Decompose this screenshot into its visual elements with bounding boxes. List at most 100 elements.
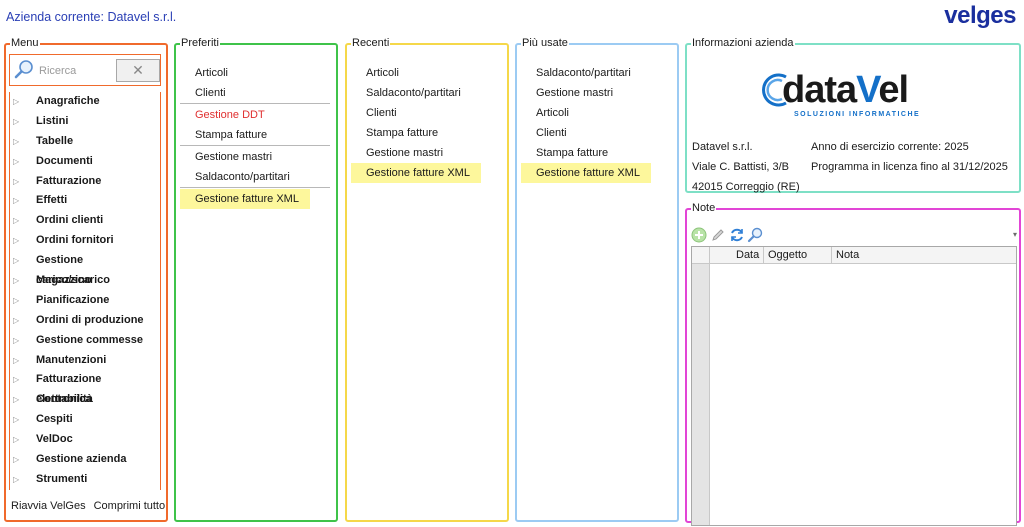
menu-item[interactable]: ▷ Ordini fornitori [10, 231, 160, 251]
menu-tree: ▷ Anagrafiche ▷ Listini ▷ Tabelle ▷ Documenti ▷ F… [9, 92, 161, 490]
recent-item[interactable]: Clienti [351, 103, 501, 123]
column-header-oggetto[interactable]: Oggetto [764, 247, 832, 264]
expand-arrow-icon[interactable]: ▷ [13, 152, 19, 172]
menu-item-label: Fatturazione [36, 174, 102, 187]
expand-arrow-icon[interactable]: ▷ [13, 271, 19, 291]
menu-item[interactable]: ▷ Gestione azienda [10, 450, 160, 470]
expand-arrow-icon[interactable]: ▷ [13, 251, 19, 271]
notes-grid-header: Data Oggetto Nota [692, 247, 1016, 264]
expand-arrow-icon[interactable]: ▷ [13, 470, 19, 490]
search-icon[interactable] [747, 227, 763, 243]
menu-item-label: Gestione azienda [36, 453, 127, 466]
menu-item[interactable]: ▷ Contabilità [10, 390, 160, 410]
menu-item-label: Anagrafiche [36, 95, 100, 107]
expand-arrow-icon[interactable]: ▷ [13, 231, 19, 251]
menu-item[interactable]: ▷ Gestione carico/scarico [10, 251, 160, 286]
expand-arrow-icon[interactable]: ▷ [13, 410, 19, 430]
menu-item-label: Effetti [36, 194, 68, 207]
column-header-nota[interactable]: Nota [832, 247, 1016, 264]
recent-legend: Recenti [352, 37, 390, 49]
recent-item-selected[interactable]: Gestione fatture XML [351, 163, 481, 183]
company-name: Datavel s.r.l. [692, 141, 753, 153]
menu-item[interactable]: ▷ Pianificazione [10, 291, 160, 311]
expand-arrow-icon[interactable]: ▷ [13, 430, 19, 450]
expand-arrow-icon[interactable]: ▷ [13, 450, 19, 470]
expand-arrow-icon[interactable]: ▷ [13, 291, 19, 311]
most-used-item[interactable]: Gestione mastri [521, 83, 671, 103]
notes-toolbar: ▾ [691, 226, 1017, 244]
favorite-item[interactable]: Saldaconto/partitari [180, 167, 330, 187]
company-info-legend: Informazioni azienda [692, 37, 794, 49]
clear-search-button[interactable]: ✕ [116, 59, 160, 82]
menu-item[interactable]: ▷ Manutenzioni [10, 351, 160, 371]
separator [180, 145, 330, 146]
search-icon[interactable] [13, 59, 35, 81]
collapse-all-link[interactable]: Comprimi tutto [94, 500, 166, 512]
toolbar-overflow-icon[interactable]: ▾ [1013, 230, 1017, 239]
favorites-list: Articoli Clienti Gestione DDT Stampa fat… [180, 63, 330, 209]
menu-search: Ricerca ✕ [9, 54, 161, 86]
menu-item-label: Manutenzioni [36, 353, 107, 366]
favorite-item[interactable]: Articoli [180, 63, 330, 83]
expand-arrow-icon[interactable]: ▷ [13, 390, 19, 410]
expand-arrow-icon[interactable]: ▷ [13, 132, 19, 152]
recent-item[interactable]: Gestione mastri [351, 143, 501, 163]
most-used-item[interactable]: Articoli [521, 103, 671, 123]
menu-item-label: Magazzino [36, 274, 92, 287]
edit-icon[interactable] [710, 227, 726, 243]
column-header-data[interactable]: Data [732, 247, 764, 264]
expand-arrow-icon[interactable]: ▷ [13, 92, 19, 112]
expand-arrow-icon[interactable]: ▷ [13, 331, 19, 351]
most-used-item-selected[interactable]: Gestione fatture XML [521, 163, 651, 183]
menu-item[interactable]: ▷ Effetti [10, 191, 160, 211]
menu-item-label: Pianificazione [36, 293, 110, 306]
menu-item[interactable]: ▷ VelDoc [10, 430, 160, 450]
expand-arrow-icon[interactable]: ▷ [13, 351, 19, 371]
expand-arrow-icon[interactable]: ▷ [13, 172, 19, 192]
menu-item-label: Gestione commesse [36, 333, 143, 346]
expand-arrow-icon[interactable]: ▷ [13, 191, 19, 211]
most-used-list: Saldaconto/partitari Gestione mastri Art… [521, 63, 671, 183]
notes-grid: Data Oggetto Nota [691, 246, 1017, 526]
recent-item[interactable]: Articoli [351, 63, 501, 83]
menu-item[interactable]: ▷ Tabelle [10, 132, 160, 152]
menu-item[interactable]: ▷ Fatturazione [10, 172, 160, 192]
favorite-item[interactable]: Clienti [180, 83, 330, 103]
most-used-legend: Più usate [522, 37, 568, 49]
menu-item[interactable]: ▷ Ordini di produzione [10, 311, 160, 331]
refresh-icon[interactable] [729, 227, 745, 243]
menu-item[interactable]: ▷ Strumenti [10, 470, 160, 490]
most-used-item[interactable]: Stampa fatture [521, 143, 671, 163]
expand-arrow-icon[interactable]: ▷ [13, 370, 19, 390]
menu-item[interactable]: ▷ Anagrafiche [10, 92, 160, 112]
menu-item[interactable]: ▷ Ordini clienti [10, 211, 160, 231]
recent-item[interactable]: Stampa fatture [351, 123, 501, 143]
notes-panel: Note ▾ Data Oggetto Nota [685, 203, 1021, 526]
favorite-item[interactable]: Gestione mastri [180, 147, 330, 167]
menu-item[interactable]: ▷ Gestione commesse [10, 331, 160, 351]
menu-item[interactable]: ▷ Documenti [10, 152, 160, 172]
menu-item-label: Ordini clienti [36, 214, 104, 227]
recent-item[interactable]: Saldaconto/partitari [351, 83, 501, 103]
menu-item[interactable]: ▷ Fatturazione elettronica [10, 370, 160, 405]
top-bar: Azienda corrente: Datavel s.r.l. velges [0, 0, 1024, 36]
restart-velges-link[interactable]: Riavvia VelGes [11, 500, 86, 512]
favorite-item[interactable]: Gestione DDT [180, 105, 330, 125]
favorite-item-selected[interactable]: Gestione fatture XML [180, 189, 310, 209]
favorite-item[interactable]: Stampa fatture [180, 125, 330, 145]
most-used-item[interactable]: Clienti [521, 123, 671, 143]
velges-logo: velges [944, 2, 1016, 29]
search-input[interactable]: Ricerca [39, 65, 76, 77]
company-info-panel: Informazioni azienda dataVel SOLUZIONI I… [685, 38, 1021, 193]
company-address: Datavel s.r.l. Viale C. Battisti, 3/B 42… [692, 137, 800, 197]
menu-item[interactable]: ▷ Listini [10, 112, 160, 132]
menu-legend: Menu [11, 37, 39, 49]
most-used-item[interactable]: Saldaconto/partitari [521, 63, 671, 83]
expand-arrow-icon[interactable]: ▷ [13, 112, 19, 132]
menu-item-label: VelDoc [36, 433, 73, 446]
menu-item[interactable]: ▷ Cespiti [10, 410, 160, 430]
expand-arrow-icon[interactable]: ▷ [13, 311, 19, 331]
expand-arrow-icon[interactable]: ▷ [13, 211, 19, 231]
menu-item[interactable]: ▷ Magazzino [10, 271, 160, 291]
add-icon[interactable] [691, 227, 707, 243]
